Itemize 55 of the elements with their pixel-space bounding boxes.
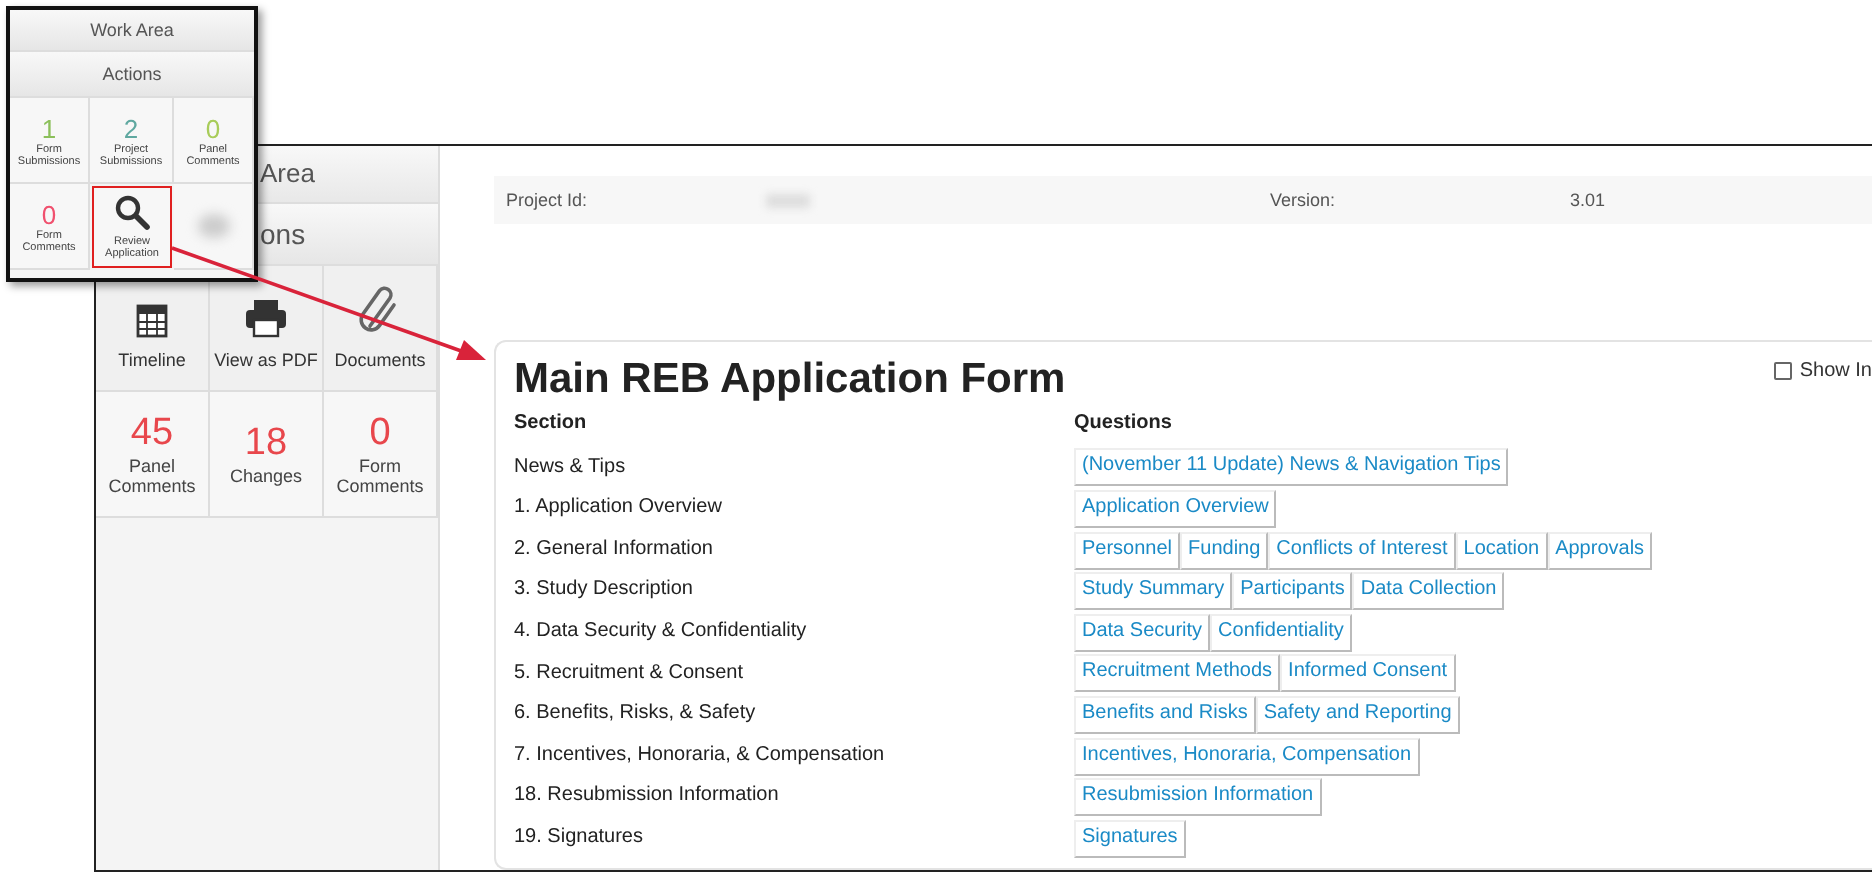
- question-link[interactable]: Funding: [1180, 531, 1269, 570]
- blurred-icon: [197, 214, 229, 238]
- question-link[interactable]: (November 11 Update) News & Navigation Tips: [1074, 448, 1509, 487]
- count-value: 0: [369, 412, 391, 456]
- popup-subtitle: Actions: [10, 52, 254, 98]
- question-link[interactable]: Recruitment Methods: [1074, 654, 1281, 693]
- question-link[interactable]: Signatures: [1074, 819, 1186, 858]
- paperclip-icon: [358, 286, 402, 338]
- count-value: 0: [205, 113, 221, 143]
- question-link[interactable]: Approvals: [1547, 531, 1653, 570]
- section-name: 18. Resubmission Information: [514, 782, 781, 811]
- column-header: Questions: [1074, 410, 1174, 438]
- section-name: 3. Study Description: [514, 576, 695, 605]
- popup-title: Work Area: [10, 10, 254, 52]
- action-tile[interactable]: View as PDF: [210, 266, 324, 390]
- form-title: Main REB Application Form: [514, 354, 1066, 406]
- count-value: 45: [130, 412, 174, 456]
- question-link[interactable]: Conflicts of Interest: [1268, 531, 1456, 570]
- section-name: 2. General Information: [514, 535, 715, 564]
- count-label: Form Comments: [336, 456, 424, 496]
- section-name: 7. Incentives, Honoraria, & Compensation: [514, 741, 887, 770]
- question-link[interactable]: Personnel: [1074, 531, 1181, 570]
- field-label: Version:: [1270, 190, 1338, 210]
- question-link[interactable]: Study Summary: [1074, 572, 1233, 611]
- question-link[interactable]: Confidentiality: [1210, 613, 1352, 652]
- count-value: 1: [41, 113, 57, 143]
- calendar-icon: [136, 304, 168, 338]
- column-header: Section: [514, 410, 589, 438]
- question-link[interactable]: Data Collection: [1352, 572, 1505, 611]
- count-value: 0: [41, 199, 57, 229]
- count-value: 2: [123, 113, 139, 143]
- section-name: 5. Recruitment & Consent: [514, 659, 745, 688]
- question-link[interactable]: Benefits and Risks: [1074, 695, 1256, 734]
- question-link[interactable]: Participants: [1232, 572, 1353, 611]
- question-link[interactable]: Data Security: [1074, 613, 1211, 652]
- count-value: 18: [244, 422, 288, 466]
- question-link[interactable]: Application Overview: [1074, 489, 1277, 528]
- count-label: Panel Comments: [108, 456, 196, 496]
- field-value: 3.01: [1570, 190, 1606, 210]
- question-link[interactable]: Informed Consent: [1280, 654, 1456, 693]
- question-link[interactable]: Incentives, Honoraria, Compensation: [1074, 737, 1420, 776]
- show-checkbox[interactable]: Show In: [1773, 360, 1872, 382]
- printer-icon: [244, 298, 288, 338]
- field-label: Project Id:: [506, 190, 590, 210]
- count-label: Changes: [227, 466, 305, 486]
- section-name: 6. Benefits, Risks, & Safety: [514, 700, 758, 729]
- section-name: 19. Signatures: [514, 823, 645, 852]
- question-link[interactable]: Resubmission Information: [1074, 778, 1322, 817]
- section-name: 1. Application Overview: [514, 494, 724, 523]
- question-link[interactable]: Location: [1455, 531, 1548, 570]
- section-name: 4. Data Security & Confidentiality: [514, 617, 809, 646]
- search-icon: [114, 194, 150, 230]
- action-tile[interactable]: Documents: [324, 266, 438, 390]
- section-name: News & Tips: [514, 453, 628, 482]
- question-link[interactable]: Safety and Reporting: [1255, 695, 1460, 734]
